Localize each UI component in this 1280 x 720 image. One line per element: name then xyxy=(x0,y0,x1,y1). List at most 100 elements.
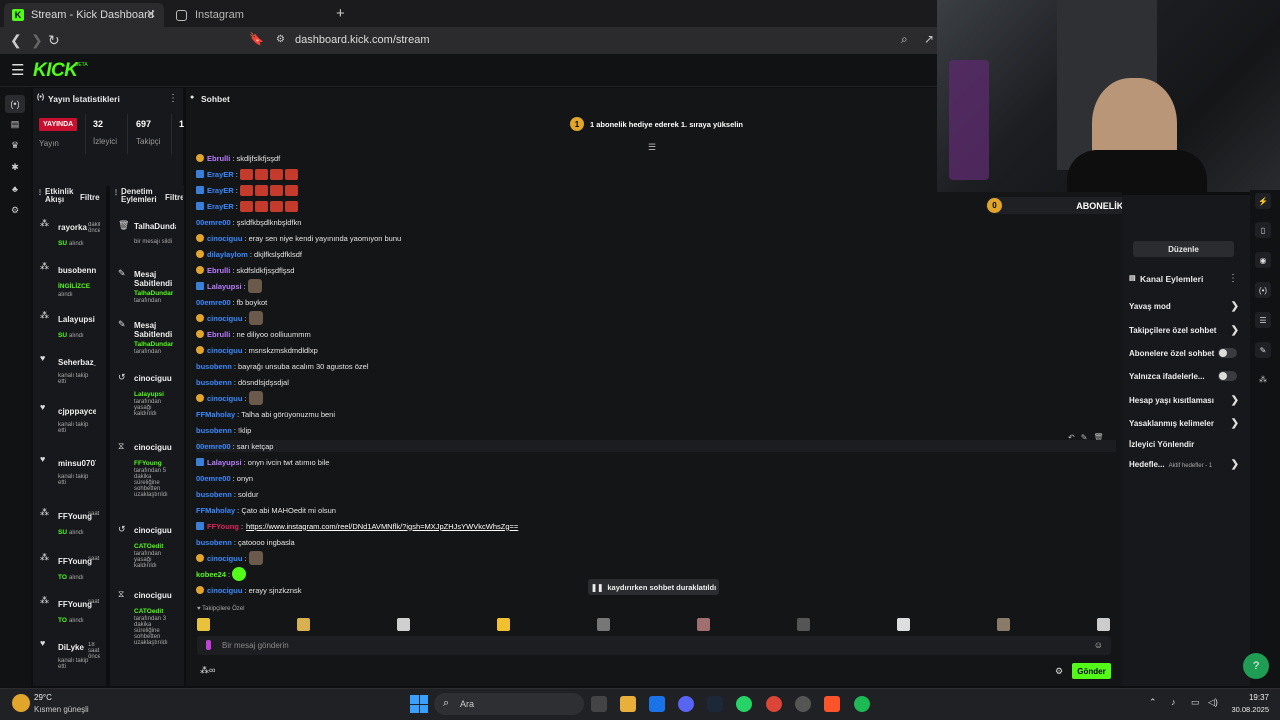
tab-instagram[interactable]: Instagram xyxy=(168,3,328,27)
edit-button[interactable]: Düzenle xyxy=(1133,241,1234,257)
tools-nav-icon[interactable]: ✱ xyxy=(10,162,20,172)
emote-icon[interactable] xyxy=(297,618,310,631)
store-icon[interactable] xyxy=(649,696,665,712)
activity-username[interactable]: minsu0707 xyxy=(58,459,96,468)
chat-message[interactable]: cinociguu: xyxy=(196,391,263,405)
notes-icon[interactable]: ▯ xyxy=(1255,222,1271,238)
moderation-moderator[interactable]: CATOedit xyxy=(134,608,163,615)
emote-icon[interactable] xyxy=(197,618,210,631)
toggle-switch[interactable] xyxy=(1218,371,1237,381)
emote-icon[interactable] xyxy=(997,618,1010,631)
spotify-icon[interactable] xyxy=(854,696,870,712)
chat-message[interactable]: cinociguu: xyxy=(196,311,263,325)
emoji-icon[interactable]: ☺ xyxy=(1094,640,1103,650)
chat-username[interactable]: Lalayupsi xyxy=(207,458,242,467)
channel-action-1[interactable]: Yavaş mod ❯ xyxy=(1129,301,1239,312)
chat-message[interactable]: FFMaholay: Talha abi görüyonuzmu beni xyxy=(196,408,335,420)
activity-username[interactable]: cjpppaycez xyxy=(58,407,96,416)
help-chat-icon[interactable]: ? xyxy=(1243,653,1269,679)
moderation-moderator[interactable]: Lalayupsi xyxy=(134,391,164,398)
chat-username[interactable]: busobenn xyxy=(196,426,232,435)
moderation-target[interactable]: Mesaj Sabitlendi xyxy=(134,321,176,339)
chat-message[interactable]: dilaylaylom: dkjlfkslşdfklsdf xyxy=(196,248,302,260)
community-nav-icon[interactable]: ♣ xyxy=(10,184,20,194)
moderation-target[interactable]: cinociguu xyxy=(134,443,176,452)
channel-more-icon[interactable]: ⋮ xyxy=(1228,273,1238,284)
settings-nav-icon[interactable]: ⚙ xyxy=(10,205,20,215)
send-button[interactable]: Gönder xyxy=(1072,663,1111,679)
chat-input[interactable]: Bir mesaj gönderin ☺ xyxy=(197,636,1111,655)
chat-username[interactable]: 00emre00 xyxy=(196,474,231,483)
chat-username[interactable]: 00emre00 xyxy=(196,298,231,307)
activity-filter-button[interactable]: Filtre xyxy=(80,193,100,202)
chat-username[interactable]: cinociguu xyxy=(207,394,242,403)
channel-action-8[interactable]: Hedefle... Aktif hedefler - 1 ❯ xyxy=(1129,459,1239,470)
chat-message[interactable]: 00emre00: şsldfkbşdlknbşldfkn xyxy=(196,216,301,228)
volume-icon[interactable]: ◁) xyxy=(1208,697,1218,708)
chat-username[interactable]: ErayER xyxy=(207,202,234,211)
chat-message[interactable]: 00emre00: onyn xyxy=(196,472,253,484)
new-tab-icon[interactable]: + xyxy=(336,5,345,22)
chat-username[interactable]: busobenn xyxy=(196,490,232,499)
whatsapp-icon[interactable] xyxy=(736,696,752,712)
chat-username[interactable]: cinociguu xyxy=(207,346,242,355)
moderation-target[interactable]: cinociguu xyxy=(134,374,176,383)
chat-message[interactable]: ErayER: xyxy=(196,200,298,212)
trophy-nav-icon[interactable]: ♛ xyxy=(10,140,20,150)
channel-action-5[interactable]: Hesap yaşı kısıtlaması ❯ xyxy=(1129,395,1239,406)
kick-logo[interactable]: KICK xyxy=(33,60,78,82)
chat-username[interactable]: busobenn xyxy=(196,538,232,547)
forward-icon[interactable]: ❯ xyxy=(31,32,43,49)
chat-username[interactable]: cinociguu xyxy=(207,554,242,563)
taskbar-search[interactable]: ⌕ Ara xyxy=(434,693,584,715)
moderation-target[interactable]: TalhaDundar xyxy=(134,222,176,231)
channel-action-7[interactable]: İzleyici Yönlendir xyxy=(1129,440,1239,449)
moderation-target[interactable]: cinociguu xyxy=(134,591,176,600)
broadcast-icon[interactable]: (•) xyxy=(1255,282,1271,298)
chat-message[interactable]: 00emre00: sarı ketçap xyxy=(196,440,1116,452)
chat-message[interactable]: cinociguu: xyxy=(196,551,263,565)
emote-icon[interactable] xyxy=(397,618,410,631)
channel-action-2[interactable]: Takipçilere özel sohbet ❯ xyxy=(1129,325,1239,336)
emote-icon[interactable] xyxy=(597,618,610,631)
tray-overflow-icon[interactable]: ⌃ xyxy=(1149,697,1157,708)
back-icon[interactable]: ❮ xyxy=(10,32,22,49)
network-icon[interactable]: ▭ xyxy=(1191,697,1200,708)
chat-message[interactable]: cinociguu: erayy sjnzkznsk xyxy=(196,584,302,596)
chat-message[interactable]: FFYoung: https://www.instagram.com/reel/D… xyxy=(196,520,518,532)
chat-username[interactable]: busobenn xyxy=(196,362,232,371)
moderation-filter-button[interactable]: Filtre xyxy=(165,193,183,202)
tab-kick-dashboard[interactable]: K Stream - Kick Dashboard ✕ xyxy=(4,3,164,27)
channel-action-4[interactable]: Yalnızca ifadelerle... xyxy=(1129,371,1239,381)
quick-action-icon[interactable]: ⚡ xyxy=(1255,193,1271,209)
community-icon[interactable]: ⁂ xyxy=(1255,371,1271,387)
chat-username[interactable]: Lalayupsi xyxy=(207,282,242,291)
chrome-icon[interactable] xyxy=(766,696,782,712)
chat-username[interactable]: kobee24 xyxy=(196,570,226,579)
chat-message[interactable]: Lalayupsi: onyn ivcin twt atımıo bile xyxy=(196,456,329,468)
mic-icon[interactable]: ♪ xyxy=(1171,697,1176,707)
content-nav-icon[interactable]: ▤ xyxy=(10,119,20,129)
chat-message[interactable]: FFMaholay: Çato abi MAHOedit mi olsun xyxy=(196,504,336,516)
chat-message[interactable]: cinociguu: msnskzmskdmdldlxp xyxy=(196,344,318,356)
chat-message[interactable]: Lalayupsi: xyxy=(196,279,262,293)
chat-message[interactable]: ErayER: xyxy=(196,184,298,196)
close-tab-icon[interactable]: ✕ xyxy=(146,7,156,21)
steam-icon[interactable] xyxy=(707,696,723,712)
chat-settings-icon[interactable]: ⚙ xyxy=(1055,666,1063,677)
chat-message[interactable]: busobenn: dösndlsjdşsdjal xyxy=(196,376,289,388)
chat-username[interactable]: Ebrulli xyxy=(207,154,230,163)
moderation-moderator[interactable]: CATOedit xyxy=(134,543,163,550)
brave-icon[interactable] xyxy=(824,696,840,712)
chat-username[interactable]: Ebrulli xyxy=(207,266,230,275)
start-icon[interactable] xyxy=(410,695,428,713)
chat-message[interactable]: Ebrulli: skdljfslkfjsşdf xyxy=(196,152,280,164)
expand-pinned-icon[interactable]: ☰ xyxy=(648,142,656,153)
chat-tools-icon[interactable]: ⁂∞ xyxy=(200,665,215,676)
chat-username[interactable]: FFMaholay xyxy=(196,506,235,515)
emote-icon[interactable] xyxy=(1097,618,1110,631)
chat-username[interactable]: cinociguu xyxy=(207,314,242,323)
reload-icon[interactable]: ↻ xyxy=(48,32,60,49)
chat-link[interactable]: https://www.instagram.com/reel/DNd1AVMNf… xyxy=(246,522,518,531)
chat-username[interactable]: FFMaholay xyxy=(196,410,235,419)
